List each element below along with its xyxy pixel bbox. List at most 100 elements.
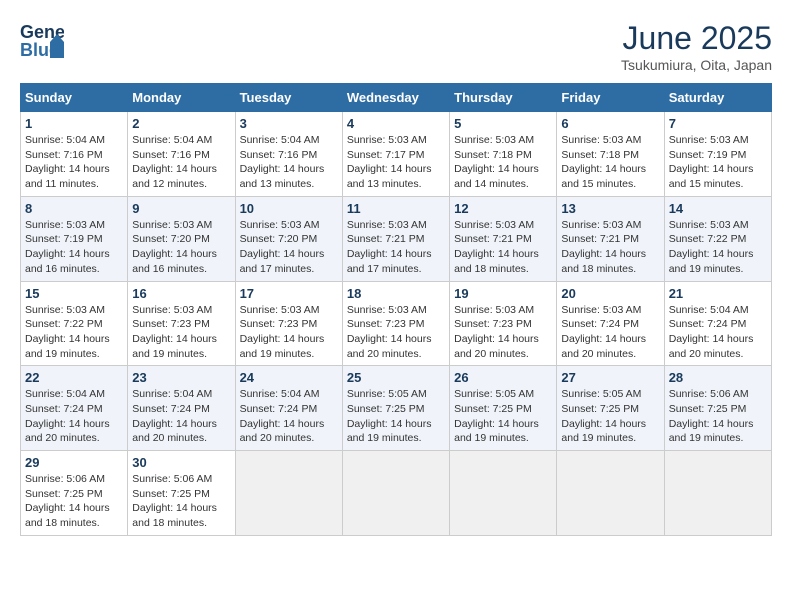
table-row: 15 Sunrise: 5:03 AMSunset: 7:22 PMDayligh… — [21, 281, 128, 366]
day-info: Sunrise: 5:03 AMSunset: 7:18 PMDaylight:… — [454, 133, 552, 192]
day-number: 16 — [132, 286, 230, 301]
day-number: 11 — [347, 201, 445, 216]
table-row — [450, 451, 557, 536]
day-number: 9 — [132, 201, 230, 216]
day-number: 24 — [240, 370, 338, 385]
day-number: 15 — [25, 286, 123, 301]
day-info: Sunrise: 5:05 AMSunset: 7:25 PMDaylight:… — [561, 387, 659, 446]
calendar-week-row: 29 Sunrise: 5:06 AMSunset: 7:25 PMDayligh… — [21, 451, 772, 536]
day-number: 12 — [454, 201, 552, 216]
day-info: Sunrise: 5:04 AMSunset: 7:16 PMDaylight:… — [25, 133, 123, 192]
table-row: 25 Sunrise: 5:05 AMSunset: 7:25 PMDayligh… — [342, 366, 449, 451]
day-info: Sunrise: 5:03 AMSunset: 7:22 PMDaylight:… — [669, 218, 767, 277]
day-info: Sunrise: 5:03 AMSunset: 7:21 PMDaylight:… — [454, 218, 552, 277]
day-info: Sunrise: 5:05 AMSunset: 7:25 PMDaylight:… — [347, 387, 445, 446]
table-row — [557, 451, 664, 536]
day-info: Sunrise: 5:04 AMSunset: 7:24 PMDaylight:… — [132, 387, 230, 446]
day-number: 10 — [240, 201, 338, 216]
col-saturday: Saturday — [664, 84, 771, 112]
table-row: 3Sunrise: 5:04 AMSunset: 7:16 PMDaylight… — [235, 112, 342, 197]
day-number: 19 — [454, 286, 552, 301]
calendar-week-row: 8Sunrise: 5:03 AMSunset: 7:19 PMDaylight… — [21, 196, 772, 281]
table-row: 23Sunrise: 5:04 AMSunset: 7:24 PMDayligh… — [128, 366, 235, 451]
day-number: 1 — [25, 116, 123, 131]
col-thursday: Thursday — [450, 84, 557, 112]
day-info: Sunrise: 5:03 AMSunset: 7:19 PMDaylight:… — [25, 218, 123, 277]
day-info: Sunrise: 5:04 AMSunset: 7:16 PMDaylight:… — [240, 133, 338, 192]
table-row: 7 Sunrise: 5:03 AMSunset: 7:19 PMDaylight… — [664, 112, 771, 197]
day-number: 14 — [669, 201, 767, 216]
col-monday: Monday — [128, 84, 235, 112]
day-info: Sunrise: 5:03 AMSunset: 7:21 PMDaylight:… — [347, 218, 445, 277]
day-info: Sunrise: 5:03 AMSunset: 7:23 PMDaylight:… — [454, 303, 552, 362]
day-number: 29 — [25, 455, 123, 470]
day-number: 27 — [561, 370, 659, 385]
day-info: Sunrise: 5:04 AMSunset: 7:24 PMDaylight:… — [240, 387, 338, 446]
logo-icon: General Blue — [20, 20, 64, 60]
table-row: 16 Sunrise: 5:03 AMSunset: 7:23 PMDayligh… — [128, 281, 235, 366]
table-row: 27 Sunrise: 5:05 AMSunset: 7:25 PMDayligh… — [557, 366, 664, 451]
day-info: Sunrise: 5:06 AMSunset: 7:25 PMDaylight:… — [25, 472, 123, 531]
day-number: 7 — [669, 116, 767, 131]
table-row: 19 Sunrise: 5:03 AMSunset: 7:23 PMDayligh… — [450, 281, 557, 366]
table-row: 18 Sunrise: 5:03 AMSunset: 7:23 PMDayligh… — [342, 281, 449, 366]
day-number: 18 — [347, 286, 445, 301]
col-tuesday: Tuesday — [235, 84, 342, 112]
day-info: Sunrise: 5:03 AMSunset: 7:20 PMDaylight:… — [240, 218, 338, 277]
day-info: Sunrise: 5:03 AMSunset: 7:22 PMDaylight:… — [25, 303, 123, 362]
svg-text:Blue: Blue — [20, 40, 59, 60]
day-info: Sunrise: 5:03 AMSunset: 7:24 PMDaylight:… — [561, 303, 659, 362]
day-number: 30 — [132, 455, 230, 470]
day-info: Sunrise: 5:03 AMSunset: 7:23 PMDaylight:… — [132, 303, 230, 362]
table-row: 22Sunrise: 5:04 AMSunset: 7:24 PMDayligh… — [21, 366, 128, 451]
day-number: 21 — [669, 286, 767, 301]
calendar-header-row: Sunday Monday Tuesday Wednesday Thursday… — [21, 84, 772, 112]
table-row: 13 Sunrise: 5:03 AMSunset: 7:21 PMDayligh… — [557, 196, 664, 281]
table-row: 30 Sunrise: 5:06 AMSunset: 7:25 PMDayligh… — [128, 451, 235, 536]
day-info: Sunrise: 5:03 AMSunset: 7:20 PMDaylight:… — [132, 218, 230, 277]
day-info: Sunrise: 5:03 AMSunset: 7:23 PMDaylight:… — [347, 303, 445, 362]
col-wednesday: Wednesday — [342, 84, 449, 112]
table-row — [664, 451, 771, 536]
table-row: 8Sunrise: 5:03 AMSunset: 7:19 PMDaylight… — [21, 196, 128, 281]
month-year-title: June 2025 — [621, 20, 772, 57]
day-number: 13 — [561, 201, 659, 216]
col-friday: Friday — [557, 84, 664, 112]
day-number: 25 — [347, 370, 445, 385]
day-info: Sunrise: 5:03 AMSunset: 7:17 PMDaylight:… — [347, 133, 445, 192]
table-row: 10 Sunrise: 5:03 AMSunset: 7:20 PMDayligh… — [235, 196, 342, 281]
table-row: 20 Sunrise: 5:03 AMSunset: 7:24 PMDayligh… — [557, 281, 664, 366]
day-info: Sunrise: 5:05 AMSunset: 7:25 PMDaylight:… — [454, 387, 552, 446]
day-number: 28 — [669, 370, 767, 385]
day-number: 26 — [454, 370, 552, 385]
table-row: 4Sunrise: 5:03 AMSunset: 7:17 PMDaylight… — [342, 112, 449, 197]
day-info: Sunrise: 5:03 AMSunset: 7:19 PMDaylight:… — [669, 133, 767, 192]
table-row: 29 Sunrise: 5:06 AMSunset: 7:25 PMDayligh… — [21, 451, 128, 536]
calendar-week-row: 1 Sunrise: 5:04 AMSunset: 7:16 PMDaylight… — [21, 112, 772, 197]
table-row — [235, 451, 342, 536]
calendar-table: Sunday Monday Tuesday Wednesday Thursday… — [20, 83, 772, 536]
page-header: General Blue June 2025 Tsukumiura, Oita,… — [20, 20, 772, 73]
table-row: 14 Sunrise: 5:03 AMSunset: 7:22 PMDayligh… — [664, 196, 771, 281]
table-row: 28 Sunrise: 5:06 AMSunset: 7:25 PMDayligh… — [664, 366, 771, 451]
table-row: 2Sunrise: 5:04 AMSunset: 7:16 PMDaylight… — [128, 112, 235, 197]
day-info: Sunrise: 5:03 AMSunset: 7:23 PMDaylight:… — [240, 303, 338, 362]
day-number: 6 — [561, 116, 659, 131]
table-row: 11 Sunrise: 5:03 AMSunset: 7:21 PMDayligh… — [342, 196, 449, 281]
day-info: Sunrise: 5:03 AMSunset: 7:18 PMDaylight:… — [561, 133, 659, 192]
table-row: 6 Sunrise: 5:03 AMSunset: 7:18 PMDaylight… — [557, 112, 664, 197]
calendar-week-row: 22Sunrise: 5:04 AMSunset: 7:24 PMDayligh… — [21, 366, 772, 451]
calendar-week-row: 15 Sunrise: 5:03 AMSunset: 7:22 PMDayligh… — [21, 281, 772, 366]
logo: General Blue — [20, 20, 70, 60]
table-row: 21Sunrise: 5:04 AMSunset: 7:24 PMDayligh… — [664, 281, 771, 366]
day-number: 20 — [561, 286, 659, 301]
day-info: Sunrise: 5:03 AMSunset: 7:21 PMDaylight:… — [561, 218, 659, 277]
title-block: June 2025 Tsukumiura, Oita, Japan — [621, 20, 772, 73]
day-number: 2 — [132, 116, 230, 131]
col-sunday: Sunday — [21, 84, 128, 112]
day-info: Sunrise: 5:06 AMSunset: 7:25 PMDaylight:… — [132, 472, 230, 531]
day-info: Sunrise: 5:06 AMSunset: 7:25 PMDaylight:… — [669, 387, 767, 446]
day-number: 5 — [454, 116, 552, 131]
table-row — [342, 451, 449, 536]
day-info: Sunrise: 5:04 AMSunset: 7:24 PMDaylight:… — [25, 387, 123, 446]
